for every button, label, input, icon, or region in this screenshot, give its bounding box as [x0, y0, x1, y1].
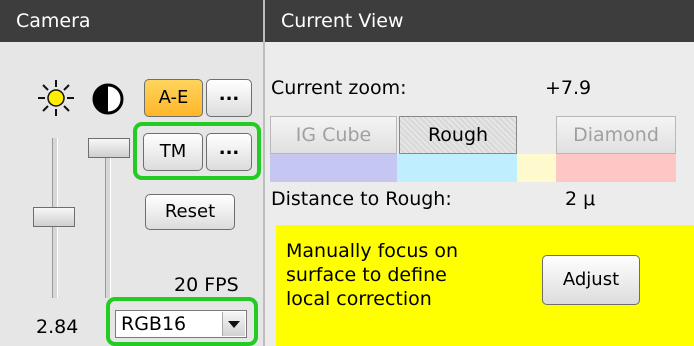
- ig-cube-color-swatch: [270, 154, 397, 182]
- distance-value: 2 μ: [565, 188, 596, 210]
- contrast-slider-thumb[interactable]: [88, 138, 130, 158]
- contrast-slider-track[interactable]: [105, 138, 111, 298]
- dropdown-button[interactable]: [222, 312, 245, 336]
- contrast-icon: [92, 83, 124, 115]
- brightness-slider-thumb[interactable]: [33, 207, 75, 227]
- zoom-value: +7.9: [545, 77, 592, 99]
- diamond-color-swatch: [556, 154, 676, 182]
- adjust-button[interactable]: Adjust: [542, 255, 640, 305]
- tab-ig-cube[interactable]: IG Cube: [270, 116, 397, 154]
- pixel-format-value: RGB16: [121, 313, 187, 335]
- chevron-down-icon: [228, 321, 240, 328]
- fps-readout: 20 FPS: [174, 274, 239, 296]
- reset-button[interactable]: Reset: [145, 194, 235, 230]
- slider-value: 2.84: [36, 316, 79, 338]
- spacer-color-swatch: [517, 154, 556, 182]
- tone-mapping-button[interactable]: TM: [143, 133, 203, 171]
- tab-diamond[interactable]: Diamond: [556, 116, 676, 154]
- pixel-format-select[interactable]: RGB16: [115, 310, 247, 338]
- camera-panel: A-E ... TM ... Reset 20 FPS 2.84 RGB16: [0, 42, 263, 346]
- camera-panel-header: Camera: [0, 0, 263, 42]
- current-view-panel: Current zoom: +7.9 IG Cube Rough Diamond…: [265, 42, 694, 346]
- focus-instruction-box: Manually focus on surface to define loca…: [276, 225, 694, 346]
- distance-label: Distance to Rough:: [271, 188, 452, 210]
- tab-rough[interactable]: Rough: [399, 116, 517, 154]
- zoom-label: Current zoom:: [271, 77, 407, 99]
- auto-exposure-options-button[interactable]: ...: [206, 79, 252, 117]
- tone-mapping-options-button[interactable]: ...: [206, 133, 252, 171]
- current-view-panel-header: Current View: [265, 0, 694, 42]
- focus-instruction-text: Manually focus on surface to define loca…: [286, 240, 459, 310]
- auto-exposure-button[interactable]: A-E: [144, 79, 203, 117]
- sun-icon: [38, 80, 74, 116]
- rough-color-swatch: [397, 154, 517, 182]
